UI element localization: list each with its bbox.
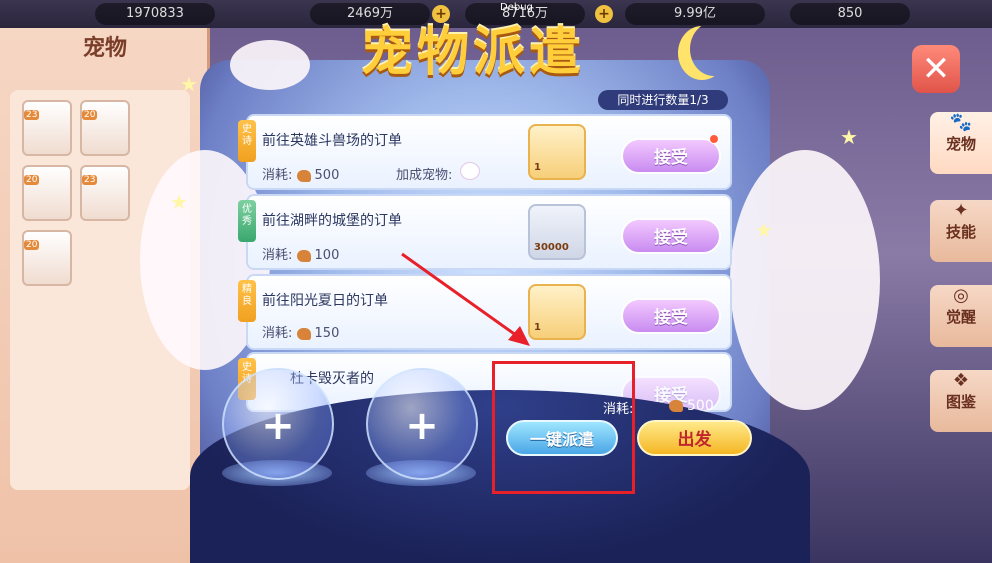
pet-slot[interactable]: + xyxy=(222,368,334,480)
order-name: 前往湖畔的城堡的订单 xyxy=(262,213,402,229)
side-tab-pet[interactable]: 🐾 宠物 xyxy=(930,112,992,174)
order-name: 前往阳光夏日的订单 xyxy=(262,293,388,309)
total-cost-value: 500 xyxy=(669,398,714,414)
pet-level: 20 xyxy=(24,175,40,185)
star-icon: ★ xyxy=(840,125,858,149)
close-button[interactable]: ✕ xyxy=(912,45,960,93)
pet-level: 20 xyxy=(82,110,98,120)
side-tab-label: 图鉴 xyxy=(945,393,976,411)
pet-icon: 🐾 xyxy=(949,112,973,133)
pet-card[interactable]: 23 xyxy=(22,100,72,156)
cloud-decoration xyxy=(230,40,310,90)
cloud-decoration xyxy=(730,150,880,410)
pet-card[interactable]: 20 xyxy=(22,165,72,221)
pet-card[interactable]: 20 xyxy=(80,100,130,156)
order-rarity-badge: 优秀 xyxy=(238,200,256,242)
order-reward: 1 xyxy=(528,124,586,180)
debug-label: Debug xyxy=(500,2,533,13)
order-rarity-badge: 史诗 xyxy=(238,120,256,162)
drumstick-icon xyxy=(669,400,683,412)
pet-level: 23 xyxy=(24,110,40,120)
order-cost: 消耗: 150 xyxy=(262,326,340,341)
bonus-pet-icon xyxy=(460,162,480,180)
side-tab-label: 觉醒 xyxy=(945,308,976,326)
accept-button[interactable]: 接受 xyxy=(621,218,721,254)
notification-dot xyxy=(709,134,719,144)
order-cost: 消耗: 100 xyxy=(262,248,340,263)
dispatch-title: 宠物派遣 xyxy=(360,23,585,83)
bonus-pet-label: 加成宠物: xyxy=(396,168,453,183)
pet-panel-title: 宠物 xyxy=(82,36,127,61)
codex-icon: ❖ xyxy=(952,370,970,391)
drumstick-counter: 850 xyxy=(790,3,910,25)
awaken-icon: ◎ xyxy=(953,285,969,306)
order-rarity-badge: 精良 xyxy=(238,280,256,322)
ticket-counter: 9.99亿 xyxy=(625,3,765,25)
side-tab-skill[interactable]: ✦ 技能 xyxy=(930,200,992,262)
pet-slot[interactable]: + xyxy=(366,368,478,480)
accept-button[interactable]: 接受 xyxy=(621,138,721,174)
pet-level: 23 xyxy=(82,175,98,185)
star-icon: ★ xyxy=(755,218,773,242)
add-icon: + xyxy=(261,403,295,449)
gem-counter: 1970833 xyxy=(95,3,215,25)
reward-count: 1 xyxy=(534,162,541,173)
highlight-box xyxy=(492,361,635,494)
drumstick-icon xyxy=(296,327,311,340)
star-icon: ★ xyxy=(170,190,188,214)
arrow-icon xyxy=(401,252,530,346)
depart-button[interactable]: 出发 xyxy=(637,420,752,456)
pet-card[interactable]: 20 xyxy=(22,230,72,286)
add-icon: + xyxy=(405,403,439,449)
drumstick-icon xyxy=(296,169,311,182)
accept-button[interactable]: 接受 xyxy=(621,298,721,334)
close-icon: ✕ xyxy=(921,49,951,89)
order-name: 前往英雄斗兽场的订单 xyxy=(262,133,402,149)
skill-icon: ✦ xyxy=(953,200,969,221)
side-tab-label: 技能 xyxy=(945,223,976,241)
pet-card[interactable]: 23 xyxy=(80,165,130,221)
drumstick-icon xyxy=(296,249,311,262)
order-cost: 消耗: 500 xyxy=(262,168,340,183)
side-tab-awaken[interactable]: ◎ 觉醒 xyxy=(930,285,992,347)
concurrent-count: 同时进行数量1/3 xyxy=(598,90,728,110)
reward-count: 30000 xyxy=(534,242,569,253)
side-tab-label: 宠物 xyxy=(945,135,976,153)
star-icon: ★ xyxy=(180,72,198,96)
side-tab-codex[interactable]: ❖ 图鉴 xyxy=(930,370,992,432)
moon-icon xyxy=(690,22,738,76)
pet-level: 20 xyxy=(24,240,40,250)
